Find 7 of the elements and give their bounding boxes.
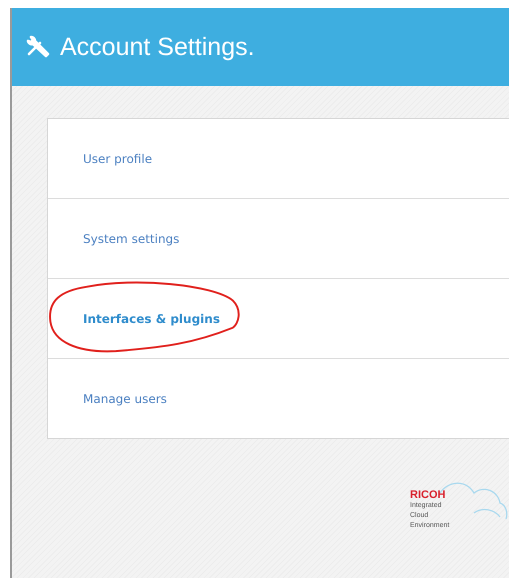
page-title: Account Settings. xyxy=(60,32,255,62)
tools-icon xyxy=(26,35,50,59)
settings-link[interactable]: System settings xyxy=(83,232,180,246)
brand-logo: RICOH xyxy=(410,489,446,501)
settings-link[interactable]: Interfaces & plugins xyxy=(83,312,220,326)
settings-link[interactable]: User profile xyxy=(83,152,152,166)
settings-link[interactable]: Manage users xyxy=(83,392,167,406)
